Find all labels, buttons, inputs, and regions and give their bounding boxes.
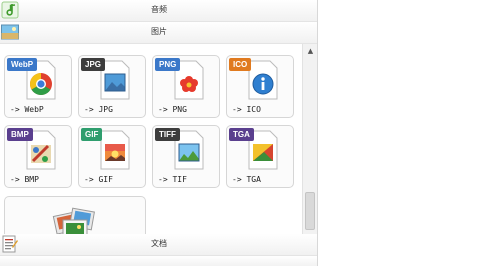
format-caption: -> TIF [158, 175, 187, 184]
scroll-up-arrow-icon[interactable]: ▲ [303, 44, 317, 58]
category-document-label: 文档 [151, 239, 167, 248]
vertical-scrollbar[interactable]: ▲ [302, 44, 317, 234]
format-tile-gif[interactable]: GIF -> GIF [78, 125, 146, 188]
app-window: 音频 图片 WebP -> WebP JPG -> JPG PNG -> PNG… [0, 0, 500, 266]
format-caption: -> BMP [10, 175, 39, 184]
format-badge: ICO [229, 58, 252, 71]
format-caption: -> PNG [158, 105, 187, 114]
info-icon [248, 60, 278, 100]
format-tile-webp[interactable]: WebP -> WebP [4, 55, 72, 118]
sunset-icon [100, 130, 130, 170]
format-tile-tif[interactable]: TIFF -> TIF [152, 125, 220, 188]
format-badge: BMP [7, 128, 33, 141]
format-badge: TGA [229, 128, 254, 141]
category-audio-label: 音频 [151, 5, 167, 14]
converter-panel: 音频 图片 WebP -> WebP JPG -> JPG PNG -> PNG… [0, 0, 318, 266]
format-tile-bmp[interactable]: BMP -> BMP [4, 125, 72, 188]
format-caption: -> GIF [84, 175, 113, 184]
empty-area [318, 0, 500, 266]
format-badge: JPG [81, 58, 106, 71]
format-tile-png[interactable]: PNG -> PNG [152, 55, 220, 118]
category-document-header[interactable]: 文档 [0, 234, 317, 256]
format-tile-jpg[interactable]: JPG -> JPG [78, 55, 146, 118]
category-image-label: 图片 [151, 27, 167, 36]
format-tile-tga[interactable]: TGA -> TGA [226, 125, 294, 188]
format-caption: -> JPG [84, 105, 113, 114]
format-tile-ico[interactable]: ICO -> ICO [226, 55, 294, 118]
format-caption: -> WebP [10, 105, 44, 114]
format-badge: PNG [155, 58, 181, 71]
category-audio-header[interactable]: 音频 [0, 0, 317, 22]
category-next-header[interactable] [0, 256, 317, 266]
format-caption: -> TGA [232, 175, 261, 184]
category-image-header[interactable]: 图片 [0, 22, 317, 44]
format-caption: -> ICO [232, 105, 261, 114]
scroll-thumb[interactable] [305, 192, 315, 230]
format-badge: TIFF [155, 128, 180, 141]
format-badge: GIF [81, 128, 103, 141]
format-badge: WebP [7, 58, 38, 71]
